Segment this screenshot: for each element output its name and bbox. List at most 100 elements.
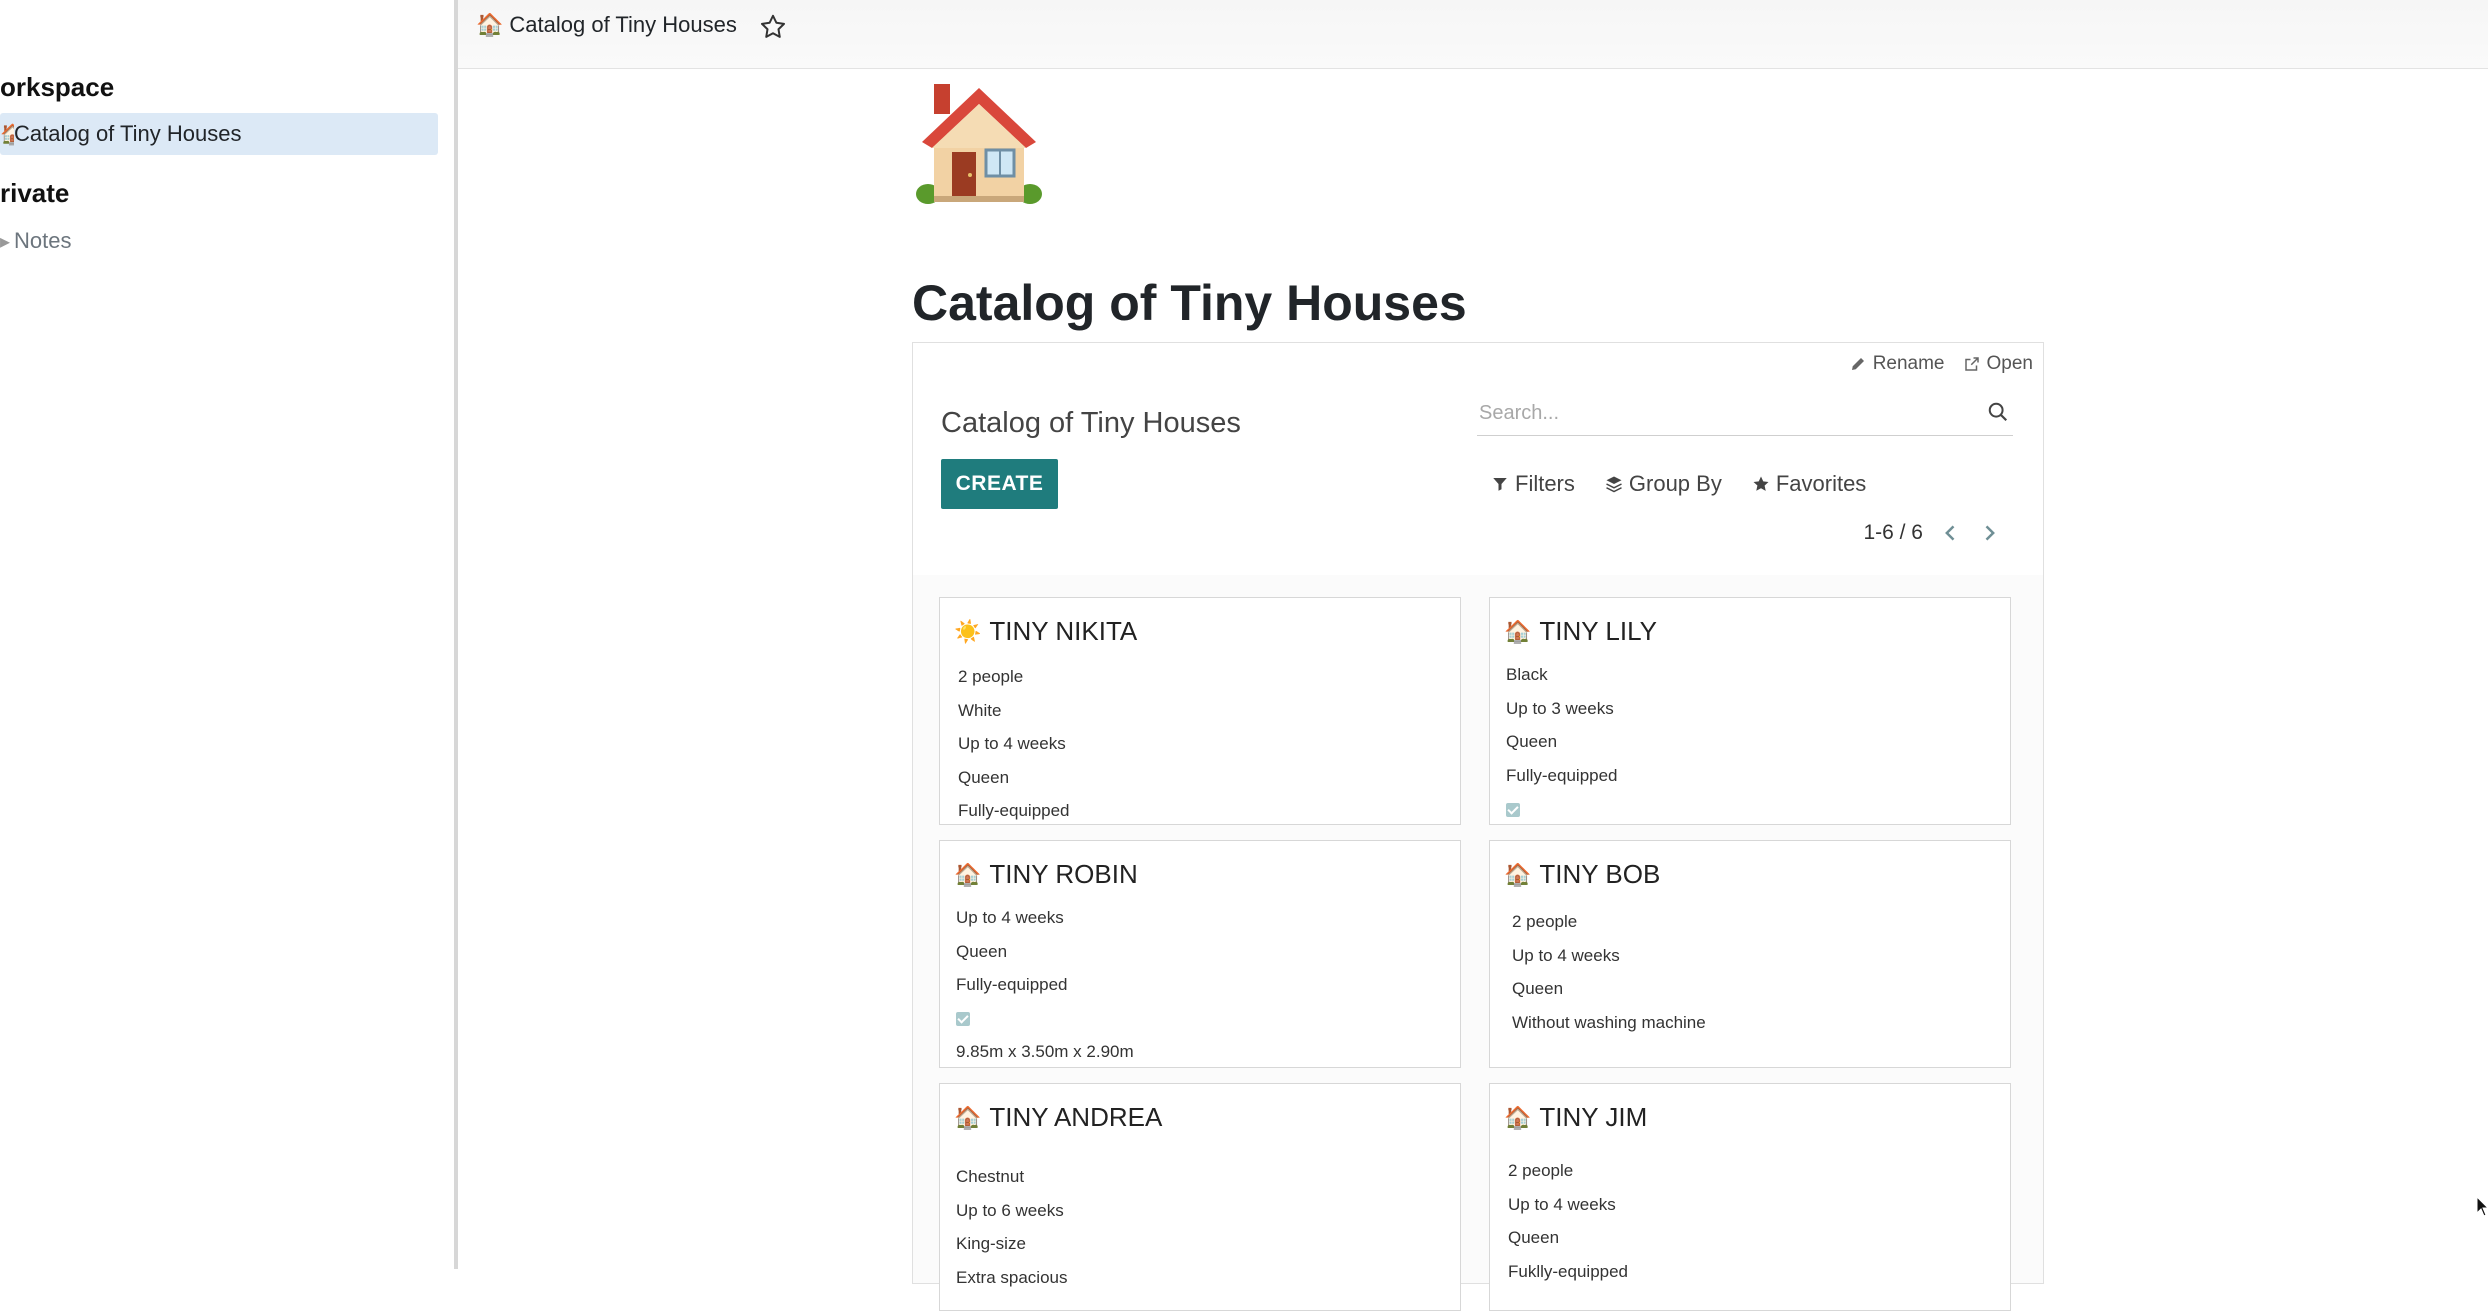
group-by-button[interactable]: Group By (1605, 471, 1722, 497)
external-link-icon (1964, 357, 1979, 371)
house-emoji-icon[interactable] (912, 76, 1046, 210)
kanban-card-tiny-bob[interactable]: 🏠 TINY BOB 2 people Up to 4 weeks Queen … (1489, 840, 2011, 1068)
card-field: Without washing machine (1512, 1012, 1706, 1032)
sidebar-item-label: Notes (14, 228, 72, 253)
sidebar-item-notes[interactable]: ▸ Notes (0, 220, 438, 262)
open-button[interactable]: Open (1963, 353, 2033, 375)
search-input[interactable] (1477, 391, 1981, 435)
card-checkbox-row (956, 1002, 1134, 1036)
rename-button[interactable]: Rename (1849, 353, 1945, 375)
card-fields: 2 people White Up to 4 weeks Queen Fully… (958, 660, 1070, 824)
pager: 1-6 / 6 (1863, 521, 1999, 545)
pager-value[interactable]: 1-6 / 6 (1863, 521, 1923, 545)
breadcrumb[interactable]: 🏠 Catalog of Tiny Houses (476, 12, 737, 38)
star-icon (1753, 476, 1769, 491)
card-field: Up to 4 weeks (1508, 1194, 1616, 1214)
card-field: 2 people (958, 667, 1024, 686)
card-field: Up to 4 weeks (956, 908, 1064, 927)
card-checkbox-row (1506, 792, 1618, 824)
search-options: Filters Group By Favorites (1491, 471, 1866, 497)
card-title: 🏠 TINY ROBIN (954, 859, 1138, 890)
create-button[interactable]: CREATE (941, 459, 1058, 509)
card-title-text: TINY NIKITA (989, 616, 1138, 646)
card-field: Queen (1506, 732, 1558, 752)
filter-icon (1493, 478, 1507, 491)
sidebar-heading-workspace: orkspace (0, 72, 115, 102)
favorites-button[interactable]: Favorites (1752, 471, 1866, 497)
chevron-left-icon[interactable] (1941, 523, 1961, 543)
card-field: 2 people (1512, 912, 1578, 931)
pencil-icon (1851, 358, 1864, 370)
embed-actions: Rename Open (1849, 353, 2033, 375)
card-fields: Up to 4 weeks Queen Fully-equipped 9.85m… (956, 901, 1134, 1067)
card-title-text: TINY ROBIN (989, 859, 1138, 889)
house-icon: 🏠 (1504, 618, 1532, 644)
kanban-view: ☀️ TINY NIKITA 2 people White Up to 4 we… (913, 575, 2043, 1311)
house-icon: 🏠 (1504, 1104, 1532, 1130)
card-field: Up to 6 weeks (956, 1200, 1064, 1220)
open-label: Open (1986, 353, 2033, 374)
embedded-view-panel: Rename Open Catalog of Tiny Houses CREAT… (912, 342, 2044, 1311)
card-field: Up to 4 weeks (958, 734, 1066, 754)
card-title: 🏠 TINY BOB (1504, 859, 1660, 890)
kanban-card-tiny-robin[interactable]: 🏠 TINY ROBIN Up to 4 weeks Queen Fully-e… (939, 840, 1461, 1068)
rename-label: Rename (1872, 353, 1945, 374)
card-field: 2 people (1508, 1161, 1574, 1180)
checkbox-checked-icon (1506, 802, 1520, 817)
house-icon: 🏠 (954, 1104, 982, 1130)
card-title-text: TINY JIM (1539, 1102, 1648, 1132)
card-title: 🏠 TINY JIM (1504, 1102, 1647, 1133)
control-panel-title: Catalog of Tiny Houses (941, 407, 1241, 439)
card-field: Extra spacious (956, 1267, 1068, 1287)
card-field: Fully-equipped (1506, 765, 1618, 785)
card-field: Queen (956, 941, 1008, 961)
kanban-card-tiny-nikita[interactable]: ☀️ TINY NIKITA 2 people White Up to 4 we… (939, 597, 1461, 825)
sidebar: orkspace 🏠 Catalog of Tiny Houses rivate… (0, 0, 454, 1269)
page-title: Catalog of Tiny Houses (912, 275, 1467, 331)
sidebar-resize-handle[interactable] (454, 0, 458, 1269)
house-icon: 🏠 (0, 123, 14, 146)
star-outline-icon[interactable] (758, 12, 788, 42)
sun-icon: ☀️ (954, 618, 982, 644)
card-fields: 2 people Up to 4 weeks Queen Fuklly-equi… (1508, 1154, 1628, 1288)
chevron-right-icon[interactable] (1979, 523, 1999, 543)
top-bar: 🏠 Catalog of Tiny Houses (458, 0, 2488, 69)
card-field: Queen (1508, 1228, 1560, 1248)
card-title: 🏠 TINY LILY (1504, 616, 1657, 647)
kanban-card-tiny-andrea[interactable]: 🏠 TINY ANDREA Chestnut Up to 6 weeks Kin… (939, 1083, 1461, 1311)
mouse-cursor-icon (2476, 1196, 2488, 1217)
search-icon[interactable] (1987, 401, 2009, 423)
card-field: Queen (1512, 979, 1564, 999)
card-field: White (958, 700, 1002, 720)
card-field: Up to 4 weeks (1512, 945, 1620, 965)
card-field: Chestnut (956, 1167, 1025, 1186)
sidebar-item-label: Catalog of Tiny Houses (14, 121, 242, 146)
filters-button[interactable]: Filters (1491, 471, 1575, 497)
favorites-label: Favorites (1775, 471, 1867, 496)
house-icon: 🏠 (1504, 861, 1532, 887)
sidebar-item-catalog-of-tiny-houses[interactable]: 🏠 Catalog of Tiny Houses (0, 113, 438, 155)
sidebar-heading-private: rivate (0, 178, 70, 208)
kanban-card-tiny-lily[interactable]: 🏠 TINY LILY Black Up to 3 weeks Queen Fu… (1489, 597, 2011, 825)
card-title-text: TINY BOB (1539, 859, 1661, 889)
card-field: King-size (956, 1234, 1026, 1254)
house-icon: 🏠 (954, 861, 982, 887)
group-by-label: Group By (1628, 471, 1722, 496)
card-field: Queen (958, 767, 1010, 787)
card-field: Fuklly-equipped (1508, 1261, 1629, 1281)
kanban-card-tiny-jim[interactable]: 🏠 TINY JIM 2 people Up to 4 weeks Queen … (1489, 1083, 2011, 1311)
card-title-text: TINY ANDREA (989, 1102, 1163, 1132)
card-title-text: TINY LILY (1539, 616, 1657, 646)
card-fields: Black Up to 3 weeks Queen Fully-equipped (1506, 658, 1618, 824)
card-fields: 2 people Up to 4 weeks Queen Without was… (1512, 905, 1706, 1039)
checkbox-checked-icon (956, 1012, 970, 1027)
card-field: Up to 3 weeks (1506, 698, 1614, 718)
layers-icon (1606, 476, 1622, 493)
card-title: 🏠 TINY ANDREA (954, 1102, 1162, 1133)
card-field: Black (1506, 665, 1548, 684)
card-field: 9.85m x 3.50m x 2.90m (956, 1042, 1134, 1062)
breadcrumb-label: Catalog of Tiny Houses (509, 12, 737, 37)
card-field: Fully-equipped (958, 801, 1070, 821)
filters-label: Filters (1515, 471, 1575, 496)
notes-icon: ▸ (0, 230, 11, 253)
